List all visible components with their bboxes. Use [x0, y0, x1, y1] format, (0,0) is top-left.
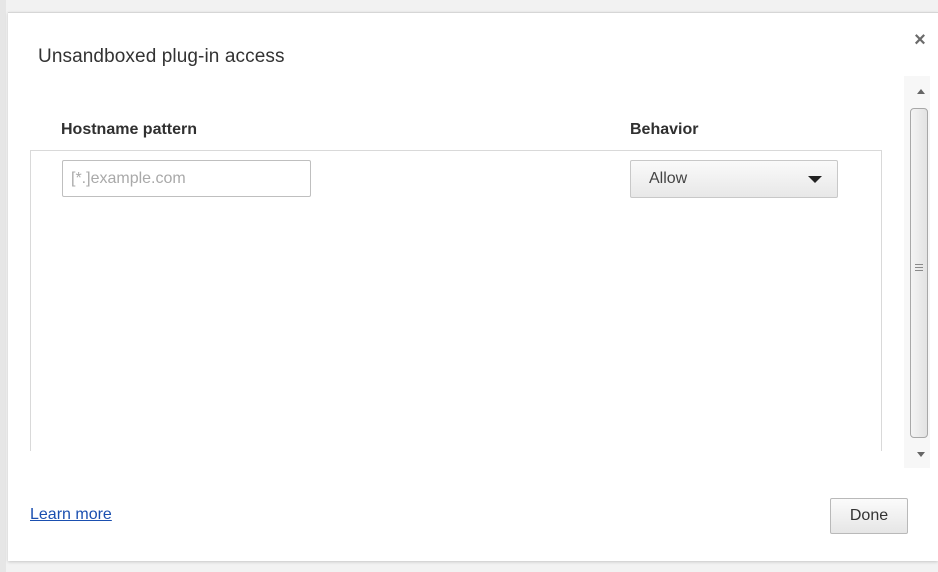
behavior-select-value: Allow — [649, 170, 688, 187]
scroll-down-icon[interactable] — [917, 452, 925, 457]
scroll-up-icon[interactable] — [917, 89, 925, 94]
done-button[interactable]: Done — [830, 498, 908, 534]
learn-more-link[interactable]: Learn more — [30, 506, 112, 524]
grip-icon — [915, 270, 923, 271]
grip-icon — [915, 264, 923, 265]
scrollbar-thumb[interactable] — [910, 108, 928, 438]
column-header-hostname: Hostname pattern — [61, 121, 198, 138]
chevron-down-icon — [808, 176, 822, 183]
behavior-select[interactable]: Allow — [630, 160, 838, 198]
column-header-behavior: Behavior — [630, 121, 699, 138]
page-background — [0, 0, 6, 572]
grip-icon — [915, 267, 923, 268]
dialog-title: Unsandboxed plug-in access — [38, 46, 285, 67]
close-icon[interactable]: × — [910, 30, 930, 50]
hostname-pattern-input[interactable] — [62, 160, 311, 197]
